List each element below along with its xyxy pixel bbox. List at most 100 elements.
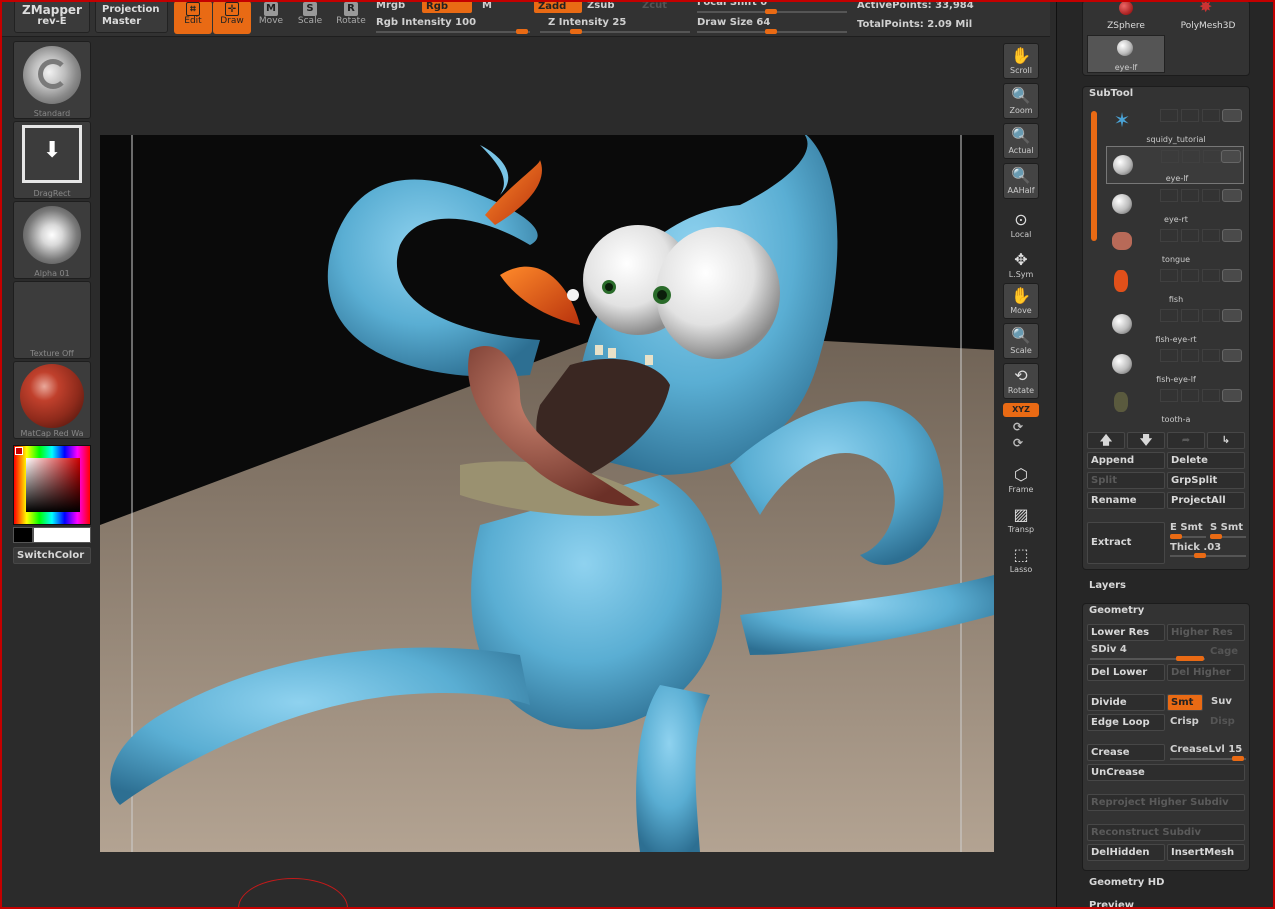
reproject-button[interactable]: Reproject Higher Subdiv [1087, 794, 1245, 811]
switch-color-button[interactable]: SwitchColor [13, 547, 91, 564]
mrgb-button[interactable]: Mrgb [376, 0, 405, 11]
stroke-button[interactable]: ⬇ DragRect [13, 121, 91, 199]
lower-res-button[interactable]: Lower Res [1087, 624, 1165, 641]
focal-shift-slider[interactable] [697, 9, 847, 14]
visibility-eye-icon[interactable] [1222, 229, 1242, 242]
rotate-axis-icon-2[interactable]: ⟳ [1013, 436, 1023, 450]
draw-size-knob[interactable] [765, 29, 777, 34]
edit-button[interactable]: ⌗ Edit [174, 1, 212, 34]
brush-button[interactable]: Standard [13, 41, 91, 119]
smt-toggle[interactable]: Smt [1167, 694, 1203, 711]
subtool-item[interactable]: eye-lf [1106, 146, 1244, 184]
zsub-button[interactable]: Zsub [587, 0, 614, 11]
subtool-arrow-down-right-icon[interactable]: ↳ [1207, 432, 1245, 449]
e-smt-knob[interactable] [1170, 534, 1182, 539]
aahalf-view-button[interactable]: 🔍 AAHalf [1003, 163, 1039, 199]
creaselvl-knob[interactable] [1232, 756, 1244, 761]
alpha-button[interactable]: Alpha 01 [13, 201, 91, 279]
move-view-button[interactable]: ✋ Move [1003, 283, 1039, 319]
color-picker-square[interactable] [26, 458, 80, 512]
move-button[interactable]: M Move [252, 1, 290, 34]
preview-title[interactable]: Preview [1089, 900, 1134, 909]
rotate-button[interactable]: R Rotate [332, 1, 370, 34]
suv-toggle[interactable]: Suv [1211, 696, 1232, 707]
e-smt-slider[interactable] [1170, 534, 1206, 539]
delhidden-button[interactable]: DelHidden [1087, 844, 1165, 861]
z-intensity-knob[interactable] [570, 29, 582, 34]
subtool-item[interactable]: eye-rt [1106, 186, 1244, 224]
draw-size-slider[interactable] [697, 29, 847, 34]
crease-button[interactable]: Crease [1087, 744, 1165, 761]
color-marker[interactable] [15, 447, 23, 455]
geometry-title[interactable]: Geometry [1089, 605, 1144, 616]
scroll-view-button[interactable]: ✋ Scroll [1003, 43, 1039, 79]
geometry-hd-title[interactable]: Geometry HD [1089, 877, 1164, 888]
projection-master-button[interactable]: Projection Master [95, 0, 168, 33]
subtool-item[interactable]: ✶ squidy_tutorial [1106, 106, 1244, 144]
delete-button[interactable]: Delete [1167, 452, 1245, 469]
lasso-view-button[interactable]: ⬚ Lasso [1003, 543, 1039, 579]
disp-toggle[interactable]: Disp [1210, 716, 1235, 727]
secondary-color-swatch[interactable] [13, 527, 33, 543]
visibility-eye-icon[interactable] [1222, 389, 1242, 402]
divide-button[interactable]: Divide [1087, 694, 1165, 711]
z-intensity-slider[interactable] [540, 29, 690, 34]
zmapper-button[interactable]: ZMapper rev-E [14, 0, 90, 33]
color-picker[interactable] [13, 445, 91, 525]
subtool-item[interactable]: tooth-a [1106, 386, 1244, 424]
local-view-button[interactable]: ⊙ Local [1003, 208, 1039, 244]
del-lower-button[interactable]: Del Lower [1087, 664, 1165, 681]
subtool-item[interactable]: fish [1106, 266, 1244, 304]
edge-loop-button[interactable]: Edge Loop [1087, 714, 1165, 731]
3d-viewport[interactable] [100, 135, 994, 852]
rgb-button[interactable]: Rgb [422, 0, 472, 13]
draw-button[interactable]: ✛ Draw [213, 1, 251, 34]
frame-view-button[interactable]: ⬡ Frame [1003, 463, 1039, 499]
zcut-button[interactable]: Zcut [642, 0, 667, 11]
visibility-eye-icon[interactable] [1221, 150, 1241, 163]
split-button[interactable]: Split [1087, 472, 1165, 489]
visibility-eye-icon[interactable] [1222, 189, 1242, 202]
rename-button[interactable]: Rename [1087, 492, 1165, 509]
append-button[interactable]: Append [1087, 452, 1165, 469]
scale-button[interactable]: S Scale [291, 1, 329, 34]
sdiv-knob[interactable] [1176, 656, 1204, 661]
subtool-arrow-right-icon[interactable]: ➦ [1167, 432, 1205, 449]
subtool-scrollbar[interactable] [1091, 111, 1097, 241]
visibility-eye-icon[interactable] [1222, 269, 1242, 282]
l-sym-view-button[interactable]: ✥ L.Sym [1003, 248, 1039, 284]
m-button[interactable]: M [482, 0, 492, 11]
crisp-toggle[interactable]: Crisp [1170, 716, 1199, 727]
higher-res-button[interactable]: Higher Res [1167, 624, 1245, 641]
s-smt-slider[interactable] [1210, 534, 1246, 539]
reconstruct-button[interactable]: Reconstruct Subdiv [1087, 824, 1245, 841]
zadd-button[interactable]: Zadd [534, 0, 582, 13]
uncrease-button[interactable]: UnCrease [1087, 764, 1245, 781]
rgb-intensity-knob[interactable] [516, 29, 528, 34]
visibility-eye-icon[interactable] [1222, 349, 1242, 362]
focal-shift-knob[interactable] [765, 9, 777, 14]
rgb-intensity-slider[interactable] [376, 29, 530, 34]
eye-lf-thumb[interactable]: eye-lf [1087, 35, 1165, 73]
grpsplit-button[interactable]: GrpSplit [1167, 472, 1245, 489]
material-button[interactable]: MatCap Red Wa [13, 361, 91, 439]
thick-knob[interactable] [1194, 553, 1206, 558]
main-color-swatch[interactable] [33, 527, 91, 543]
subtool-item[interactable]: fish-eye-rt [1106, 306, 1244, 344]
s-smt-knob[interactable] [1210, 534, 1222, 539]
subtool-down-button[interactable]: 🡇 [1127, 432, 1165, 449]
thick-slider[interactable] [1170, 553, 1246, 558]
visibility-eye-icon[interactable] [1222, 109, 1242, 122]
sdiv-slider[interactable] [1090, 656, 1205, 661]
zsphere-thumb[interactable]: ZSphere [1087, 1, 1165, 33]
scale-view-button[interactable]: 🔍 Scale [1003, 323, 1039, 359]
polymesh3d-thumb[interactable]: ✸ PolyMesh3D [1169, 0, 1247, 33]
zoom-view-button[interactable]: 🔍 Zoom [1003, 83, 1039, 119]
transp-view-button[interactable]: ▨ Transp [1003, 503, 1039, 539]
del-higher-button[interactable]: Del Higher [1167, 664, 1245, 681]
actual-view-button[interactable]: 🔍 Actual [1003, 123, 1039, 159]
projectall-button[interactable]: ProjectAll [1167, 492, 1245, 509]
xyz-view-button[interactable]: XYZ ⟳ ⟳ [1003, 403, 1039, 450]
subtool-title[interactable]: SubTool [1089, 88, 1133, 99]
extract-button[interactable]: Extract [1087, 522, 1165, 564]
